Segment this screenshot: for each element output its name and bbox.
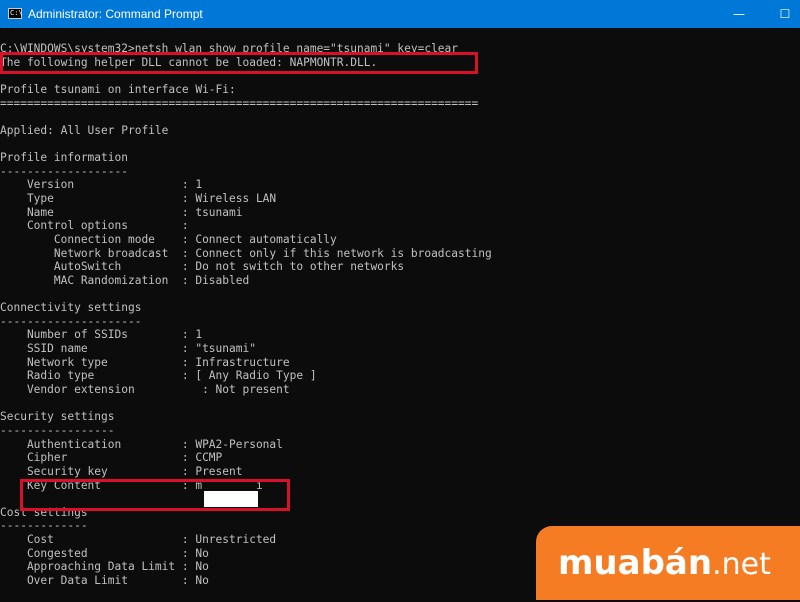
console-line: Over Data Limit : No (0, 573, 209, 587)
console-line: Connection mode : Connect automatically (0, 232, 337, 246)
watermark-suffix: .net (712, 547, 771, 582)
redacted-password-block (204, 491, 258, 507)
console-line: Approaching Data Limit : No (0, 560, 209, 574)
console-line: Type : Wireless LAN (0, 192, 277, 206)
command-prompt-icon: C:\ (8, 8, 23, 19)
window-title: Administrator: Command Prompt (28, 7, 203, 21)
console-line: Cipher : CCMP (0, 451, 223, 465)
console-line: Security key : Present (0, 464, 243, 478)
console-line: Profile tsunami on interface Wi-Fi: (0, 82, 236, 96)
console-line: ========================================… (0, 96, 479, 110)
console-line: Network type : Infrastructure (0, 355, 290, 369)
console-line: ----------------- (0, 423, 115, 437)
console-line: Authentication : WPA2-Personal (0, 437, 283, 451)
console-line: Applied: All User Profile (0, 123, 169, 137)
console-line: Control options : (0, 219, 189, 233)
console-line: Congested : No (0, 546, 209, 560)
console-line: Number of SSIDs : 1 (0, 328, 203, 342)
console-line: SSID name : "tsunami" (0, 342, 256, 356)
muaban-watermark-logo: muabán.net (536, 526, 800, 600)
console-line: ------------- (0, 519, 88, 533)
console-line: The following helper DLL cannot be loade… (0, 55, 378, 69)
console-line: Profile information (0, 151, 128, 165)
console-line: Vendor extension : Not present (0, 383, 290, 397)
console-line: Connectivity settings (0, 301, 142, 315)
console-line: ------------------- (0, 164, 128, 178)
console-line: Radio type : [ Any Radio Type ] (0, 369, 317, 383)
console-line: Name : tsunami (0, 205, 243, 219)
console-line: Cost settings (0, 505, 88, 519)
console-line: Network broadcast : Connect only if this… (0, 246, 492, 260)
console-line: --------------------- (0, 314, 142, 328)
minimize-button[interactable]: — (716, 0, 762, 28)
console-line: C:\WINDOWS\system32>netsh wlan show prof… (0, 42, 459, 55)
console-line: Security settings (0, 410, 115, 424)
maximize-button[interactable]: ☐ (762, 0, 800, 28)
watermark-brand: muabán (558, 543, 713, 583)
console-line: AutoSwitch : Do not switch to other netw… (0, 260, 405, 274)
window-titlebar[interactable]: C:\ Administrator: Command Prompt — ☐ (0, 0, 800, 28)
console-output[interactable]: C:\WINDOWS\system32>netsh wlan show prof… (0, 28, 800, 600)
console-line: Version : 1 (0, 178, 203, 192)
console-line: Cost : Unrestricted (0, 533, 277, 547)
console-line: MAC Randomization : Disabled (0, 273, 250, 287)
